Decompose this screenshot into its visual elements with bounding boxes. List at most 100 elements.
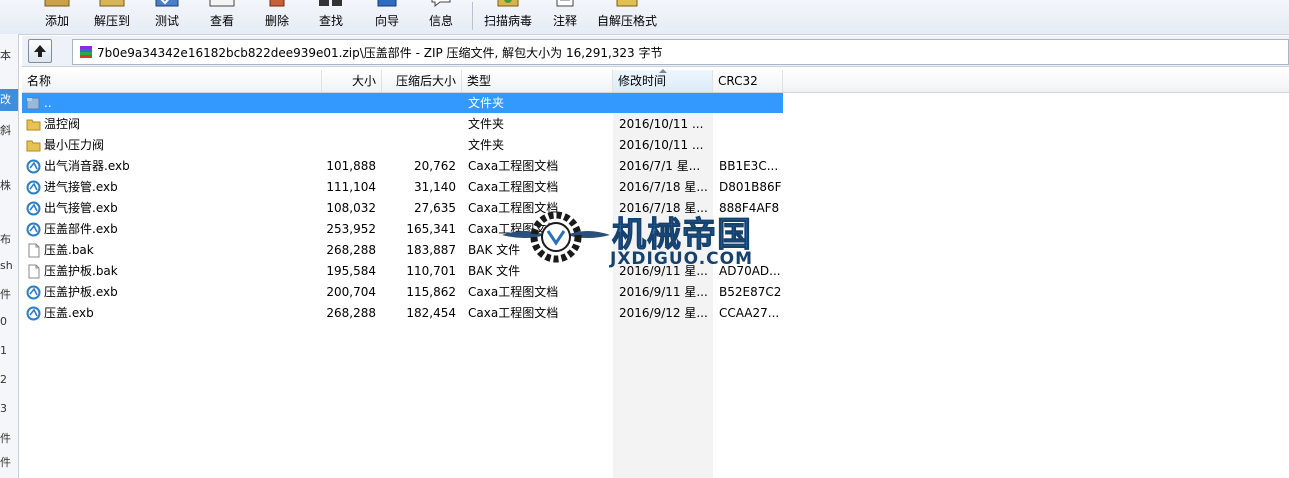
toolbar-separator (472, 2, 473, 30)
file-row[interactable]: 出气消音器.exb 101,888 20,762 Caxa工程图文档 2016/… (22, 156, 1289, 177)
file-modified: 2016/10/11 ... (619, 117, 704, 131)
file-name: 压盖部件.exb (44, 222, 118, 236)
file-size: 108,032 (326, 201, 376, 215)
left-strip-text: 0 (0, 315, 7, 328)
left-strip-text: 1 (0, 344, 7, 357)
left-strip-text: sh (0, 259, 13, 272)
virus-scan-label: 扫描病毒 (483, 14, 532, 28)
delete-icon (269, 0, 285, 7)
file-crc: D801B86F (719, 180, 782, 194)
view-button[interactable]: 查看 (200, 0, 244, 34)
caxa-file-icon (26, 159, 41, 174)
file-size: 268,288 (326, 306, 376, 320)
column-header-size[interactable]: 大小 (322, 70, 382, 92)
caxa-file-icon (26, 306, 41, 321)
file-packed-size: 27,635 (414, 201, 456, 215)
file-type: Caxa工程图文档 (468, 285, 559, 299)
wizard-button[interactable]: 向导 (366, 0, 408, 34)
file-type: 文件夹 (468, 117, 505, 131)
file-name: 最小压力阀 (44, 138, 105, 152)
extract-to-label: 解压到 (93, 14, 130, 28)
column-header-name[interactable]: 名称 (22, 70, 322, 92)
file-size: 253,952 (326, 222, 376, 236)
file-row[interactable]: 进气接管.exb 111,104 31,140 Caxa工程图文档 2016/7… (22, 177, 1289, 198)
file-crc: BB1E3C... (719, 159, 779, 173)
column-header-packed[interactable]: 压缩后大小 (382, 70, 462, 92)
file-size: 111,104 (326, 180, 376, 194)
file-packed-size: 183,887 (406, 243, 456, 257)
file-size: 268,288 (326, 243, 376, 257)
bak-file-icon (28, 264, 40, 279)
file-type: Caxa工程图文档 (468, 306, 559, 320)
find-button[interactable]: 查找 (310, 0, 352, 34)
watermark: 机械帝国 JXDIGUO.COM (500, 205, 800, 275)
file-name: 温控阀 (44, 117, 81, 131)
caxa-file-icon (26, 201, 41, 216)
comment-label: 注释 (552, 14, 577, 28)
file-crc: B52E87C2 (719, 285, 782, 299)
arrow-up-icon (34, 45, 46, 57)
find-label: 查找 (318, 14, 343, 28)
left-strip-text: 斜 (0, 124, 11, 137)
archive-path: 7b0e9a34342e16182bcb822dee939e01.zip\压盖部… (97, 46, 663, 60)
file-packed-size: 110,701 (406, 264, 456, 278)
up-folder-button[interactable] (28, 39, 52, 63)
test-icon (155, 0, 179, 7)
wizard-label: 向导 (374, 14, 399, 28)
left-strip-text: 本 (0, 49, 11, 62)
toolbar: 添加 解压到 测试 查看 删除 查找 向导 信息 扫描病毒 注释 自解压格式 (0, 0, 1289, 35)
delete-label: 删除 (264, 14, 289, 28)
view-label: 查看 (209, 14, 234, 28)
virus-scan-icon (497, 0, 519, 7)
left-strip-text: 株 (0, 179, 11, 192)
column-header-type[interactable]: 类型 (462, 70, 613, 92)
file-row[interactable]: 温控阀 文件夹 2016/10/11 ... (22, 114, 1289, 135)
file-packed-size: 182,454 (406, 306, 456, 320)
test-button[interactable]: 测试 (146, 0, 188, 34)
find-icon (319, 0, 342, 6)
path-field[interactable]: 7b0e9a34342e16182bcb822dee939e01.zip\压盖部… (72, 39, 1289, 65)
column-header-modified[interactable]: 修改时间 (613, 69, 713, 92)
add-button[interactable]: 添加 (36, 0, 78, 34)
file-modified: 2016/7/18 星... (619, 180, 708, 194)
left-strip-text: 件 (0, 456, 11, 469)
file-modified: 2016/10/11 ... (619, 138, 704, 152)
column-header-crc[interactable]: CRC32 (713, 70, 783, 92)
file-type: 文件夹 (468, 138, 505, 152)
view-icon (209, 0, 235, 7)
archive-icon (80, 46, 92, 58)
left-strip-text: 3 (0, 402, 7, 415)
info-button[interactable]: 信息 (420, 0, 462, 34)
file-name: 压盖.bak (44, 243, 94, 257)
file-modified: 2016/9/12 星... (619, 306, 708, 320)
sfx-label: 自解压格式 (596, 14, 657, 28)
file-row[interactable]: .. 文件夹 (22, 93, 1289, 114)
comment-icon (556, 0, 574, 7)
file-row[interactable]: 压盖护板.exb 200,704 115,862 Caxa工程图文档 2016/… (22, 282, 1289, 303)
comment-button[interactable]: 注释 (544, 0, 586, 34)
virus-scan-button[interactable]: 扫描病毒 (480, 0, 536, 34)
address-bar: 7b0e9a34342e16182bcb822dee939e01.zip\压盖部… (22, 36, 1289, 67)
file-type: Caxa工程图文档 (468, 159, 559, 173)
left-strip-text: 布 (0, 233, 11, 246)
file-size: 200,704 (326, 285, 376, 299)
file-size: 101,888 (326, 159, 376, 173)
file-row[interactable]: 最小压力阀 文件夹 2016/10/11 ... (22, 135, 1289, 156)
file-type: Caxa工程图文档 (468, 180, 559, 194)
file-packed-size: 115,862 (406, 285, 456, 299)
file-packed-size: 20,762 (414, 159, 456, 173)
file-type: 文件夹 (468, 96, 505, 110)
file-name: 出气消音器.exb (44, 159, 130, 173)
delete-button[interactable]: 删除 (256, 0, 298, 34)
add-label: 添加 (44, 14, 69, 28)
sfx-button[interactable]: 自解压格式 (594, 0, 660, 34)
extract-to-button[interactable]: 解压到 (88, 0, 136, 34)
file-name: 压盖.exb (44, 306, 94, 320)
sort-arrow-icon (658, 69, 667, 73)
background-window-edge: 本 改 斜 株 布 sh 件 0 1 2 3 件 件 (0, 34, 19, 478)
folder-icon (26, 140, 41, 152)
watermark-subtitle: JXDIGUO.COM (610, 249, 754, 269)
file-row[interactable]: 压盖.exb 268,288 182,454 Caxa工程图文档 2016/9/… (22, 303, 1289, 324)
parent-folder-icon (26, 97, 40, 110)
sfx-icon (616, 0, 638, 7)
